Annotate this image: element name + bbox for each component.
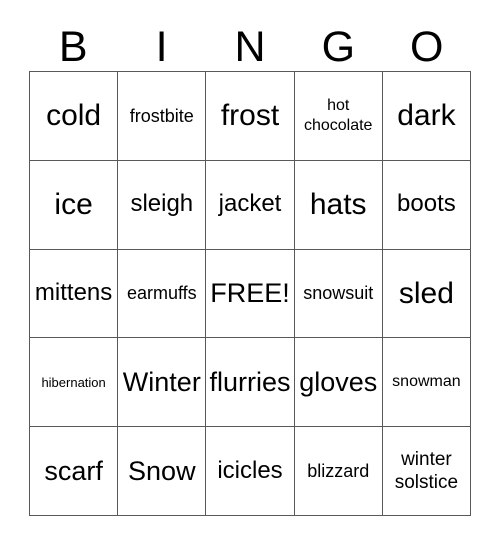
bingo-cell-text: cold	[46, 99, 102, 133]
bingo-cell-n3-free[interactable]: FREE!	[206, 249, 295, 339]
bingo-cell-o3[interactable]: sled	[382, 249, 472, 339]
bingo-cell-i5[interactable]: Snow	[118, 427, 207, 516]
bingo-row-3: mittens earmuffs FREE! snowsuit sled	[30, 249, 472, 339]
bingo-cell-text: scarf	[44, 456, 103, 487]
bingo-cell-text: gloves	[299, 367, 378, 398]
bingo-cell-text: icicles	[217, 456, 283, 484]
bingo-cell-o2[interactable]: boots	[382, 160, 472, 250]
bingo-cell-text: hats	[309, 188, 367, 222]
bingo-cell-text: earmuffs	[126, 283, 197, 304]
bingo-cell-b1[interactable]: cold	[30, 72, 119, 161]
bingo-card: B I N G O cold frostbite frost hot choco…	[29, 18, 472, 516]
bingo-cell-text: hibernation	[41, 374, 106, 390]
bingo-row-1: cold frostbite frost hot chocolate dark	[30, 72, 472, 161]
bingo-cell-text: ice	[54, 188, 93, 222]
bingo-header-letter-b: B	[58, 23, 88, 71]
bingo-cell-i2[interactable]: sleigh	[118, 160, 207, 250]
bingo-grid: cold frostbite frost hot chocolate dark …	[29, 71, 472, 516]
bingo-cell-text: hot chocolate	[303, 97, 373, 134]
bingo-cell-g5[interactable]: blizzard	[294, 427, 383, 516]
bingo-cell-text: frost	[220, 99, 280, 133]
bingo-cell-b3[interactable]: mittens	[30, 249, 119, 339]
bingo-header-letter-g: G	[321, 23, 356, 71]
bingo-free-space-text: FREE!	[210, 278, 290, 309]
bingo-header-row: B I N G O	[29, 18, 471, 71]
bingo-cell-o1[interactable]: dark	[382, 72, 472, 161]
bingo-cell-b2[interactable]: ice	[30, 160, 119, 250]
bingo-cell-text: mittens	[34, 279, 113, 307]
bingo-cell-n5[interactable]: icicles	[206, 427, 295, 516]
bingo-cell-text: boots	[397, 190, 456, 218]
bingo-cell-text: sleigh	[130, 190, 194, 218]
bingo-cell-text: Winter	[122, 367, 201, 398]
bingo-cell-text: winter solstice	[394, 448, 459, 494]
bingo-cell-text: blizzard	[307, 460, 370, 481]
bingo-cell-text: dark	[397, 99, 456, 133]
bingo-cell-g2[interactable]: hats	[294, 160, 383, 250]
bingo-cell-text: snowsuit	[303, 283, 374, 304]
bingo-cell-n1[interactable]: frost	[206, 72, 295, 161]
bingo-cell-n4[interactable]: flurries	[206, 338, 295, 428]
bingo-cell-i1[interactable]: frostbite	[118, 72, 207, 161]
bingo-cell-i4[interactable]: Winter	[118, 338, 207, 428]
bingo-cell-text: jacket	[218, 190, 282, 218]
bingo-cell-text: frostbite	[129, 105, 194, 126]
bingo-cell-n2[interactable]: jacket	[206, 160, 295, 250]
bingo-cell-text: snowman	[392, 372, 461, 390]
bingo-cell-g4[interactable]: gloves	[294, 338, 383, 428]
bingo-row-4: hibernation Winter flurries gloves snowm…	[30, 338, 472, 428]
bingo-cell-text: sled	[398, 276, 454, 310]
bingo-cell-b5[interactable]: scarf	[30, 427, 119, 516]
bingo-cell-i3[interactable]: earmuffs	[118, 249, 207, 339]
bingo-cell-text: Snow	[128, 456, 196, 487]
bingo-header-letter-i: I	[155, 23, 168, 71]
bingo-row-5: scarf Snow icicles blizzard winter solst…	[30, 427, 472, 516]
bingo-cell-text: flurries	[209, 367, 291, 398]
bingo-header-letter-o: O	[410, 23, 444, 71]
bingo-cell-g3[interactable]: snowsuit	[294, 249, 383, 339]
bingo-header-letter-n: N	[234, 23, 266, 71]
bingo-cell-b4[interactable]: hibernation	[30, 338, 119, 428]
bingo-cell-g1[interactable]: hot chocolate	[294, 72, 383, 161]
bingo-cell-o5[interactable]: winter solstice	[382, 427, 472, 516]
bingo-cell-o4[interactable]: snowman	[382, 338, 472, 428]
bingo-row-2: ice sleigh jacket hats boots	[30, 160, 472, 250]
